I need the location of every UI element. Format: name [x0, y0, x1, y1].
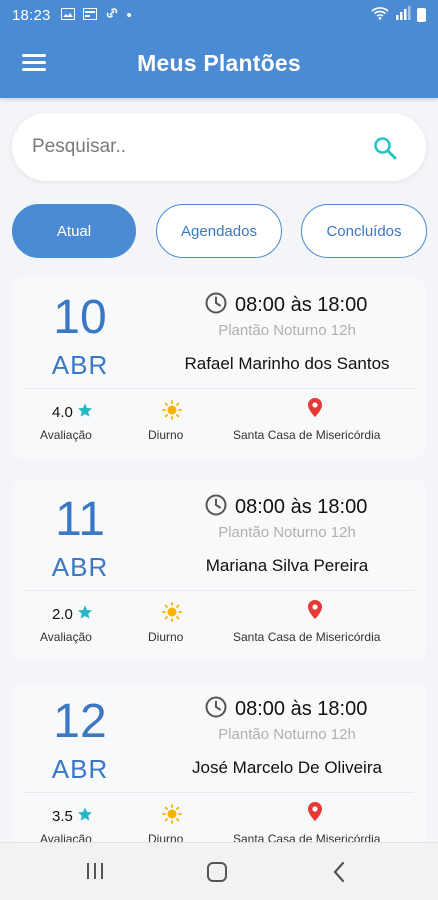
shift-month: ABR [51, 350, 109, 380]
location-pin-icon [307, 600, 323, 625]
rating: 2.0 [52, 604, 93, 624]
rating-label: Avaliação [40, 630, 92, 644]
professional-name: Mariana Silva Pereira [205, 556, 369, 575]
battery-icon [417, 8, 426, 22]
wifi-icon [371, 6, 389, 24]
shift-subtitle: Plantão Noturno 12h [218, 726, 356, 743]
signal-icon [395, 6, 411, 24]
status-dot: • [126, 6, 132, 24]
card-notification-icon [82, 7, 97, 24]
image-notification-icon [60, 7, 75, 24]
recent-apps-icon[interactable] [85, 861, 105, 886]
shift-card[interactable]: 10 ABR 08:00 às 18:00 Plantão Noturno 12… [12, 278, 426, 458]
search-input[interactable] [32, 127, 352, 167]
shift-time: 08:00 às 18:00 [235, 294, 368, 316]
clock-icon [205, 494, 227, 521]
divider [24, 590, 414, 591]
back-icon[interactable] [332, 861, 346, 888]
clock-icon [205, 696, 227, 723]
divider [24, 388, 414, 389]
rating: 4.0 [52, 402, 93, 422]
link-notification-icon [105, 6, 119, 24]
rating-value: 4.0 [52, 403, 73, 421]
professional-name: José Marcelo De Oliveira [192, 758, 382, 777]
search-bar [12, 113, 426, 181]
rating-label: Avaliação [40, 428, 92, 442]
tab-atual[interactable]: Atual [12, 204, 136, 258]
status-bar: 18:23 • [0, 0, 438, 30]
tab-concluidos[interactable]: Concluídos [301, 204, 427, 258]
shift-day: 11 [55, 493, 105, 546]
shift-time: 08:00 às 18:00 [235, 698, 368, 720]
app-bar: Meus Plantões [0, 30, 438, 98]
location-label: Santa Casa de Misericórdia [233, 428, 381, 442]
shift-type-label: Diurno [148, 630, 184, 644]
location-label: Santa Casa de Misericórdia [233, 630, 381, 644]
rating-value: 3.5 [52, 807, 73, 825]
star-icon [77, 604, 93, 624]
divider [24, 792, 414, 793]
shift-card[interactable]: 12 ABR 08:00 às 18:00 Plantão Noturno 12… [12, 682, 426, 862]
sun-icon [162, 400, 182, 425]
status-time: 18:23 [12, 6, 51, 24]
star-icon [77, 402, 93, 422]
shift-time: 08:00 às 18:00 [235, 496, 368, 518]
clock-icon [205, 292, 227, 319]
shift-month: ABR [51, 552, 109, 582]
shift-month: ABR [51, 754, 109, 784]
rating: 3.5 [52, 806, 93, 826]
rating-value: 2.0 [52, 605, 73, 623]
location-pin-icon [307, 398, 323, 423]
tab-label: Agendados [181, 222, 257, 240]
sun-icon [162, 602, 182, 627]
shift-subtitle: Plantão Noturno 12h [218, 322, 356, 339]
shift-day: 12 [53, 695, 107, 748]
tab-label: Concluídos [326, 222, 402, 240]
sun-icon [162, 804, 182, 829]
search-icon[interactable] [373, 136, 397, 165]
tab-agendados[interactable]: Agendados [156, 204, 282, 258]
star-icon [77, 806, 93, 826]
system-nav-bar [0, 842, 438, 900]
home-icon[interactable] [206, 861, 228, 888]
professional-name: Rafael Marinho dos Santos [184, 354, 390, 373]
page-title: Meus Plantões [137, 50, 301, 76]
shift-type-label: Diurno [148, 428, 184, 442]
location-pin-icon [307, 802, 323, 827]
shift-subtitle: Plantão Noturno 12h [218, 524, 356, 541]
shift-day: 10 [53, 291, 107, 344]
shift-card[interactable]: 11 ABR 08:00 às 18:00 Plantão Noturno 12… [12, 480, 426, 660]
tab-label: Atual [56, 222, 92, 240]
